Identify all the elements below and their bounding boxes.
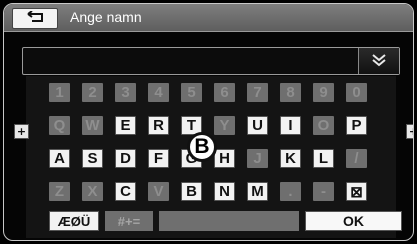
ok-button[interactable]: OK bbox=[305, 211, 402, 231]
back-button[interactable] bbox=[12, 8, 58, 29]
return-arrow-icon bbox=[24, 9, 46, 28]
key-a[interactable]: A bbox=[49, 149, 70, 168]
key-d[interactable]: D bbox=[115, 149, 136, 168]
key-q: Q bbox=[49, 116, 70, 135]
key-s[interactable]: S bbox=[82, 149, 103, 168]
key-v: V bbox=[148, 182, 169, 201]
key-sym: . bbox=[280, 182, 301, 201]
key-1: 1 bbox=[49, 83, 70, 102]
title-bar: Ange namn bbox=[4, 4, 413, 32]
symbols-button[interactable]: #+= bbox=[105, 211, 153, 231]
key-p[interactable]: P bbox=[346, 116, 367, 135]
name-entry-screen: Ange namn + + 1234567890QWERTYUIOPASDFGH… bbox=[3, 3, 414, 241]
key-u[interactable]: U bbox=[247, 116, 268, 135]
key-sym: - bbox=[313, 182, 334, 201]
key-l[interactable]: L bbox=[313, 149, 334, 168]
key-8: 8 bbox=[280, 83, 301, 102]
key-r[interactable]: R bbox=[148, 116, 169, 135]
key-i[interactable]: I bbox=[280, 116, 301, 135]
key-5: 5 bbox=[181, 83, 202, 102]
collapse-keyboard-button[interactable] bbox=[358, 48, 399, 74]
key-3: 3 bbox=[115, 83, 136, 102]
space-bar[interactable] bbox=[159, 211, 299, 231]
key-sym[interactable]: ⊠ bbox=[346, 182, 367, 201]
key-w: W bbox=[82, 116, 103, 135]
key-2: 2 bbox=[82, 83, 103, 102]
special-chars-button[interactable]: ÆØÜ bbox=[49, 211, 99, 231]
key-c[interactable]: C bbox=[115, 182, 136, 201]
callout-marker: B bbox=[187, 132, 217, 162]
page-title: Ange namn bbox=[70, 9, 142, 25]
name-input-field[interactable] bbox=[22, 47, 400, 75]
key-n[interactable]: N bbox=[214, 182, 235, 201]
key-4: 4 bbox=[148, 83, 169, 102]
key-h[interactable]: H bbox=[214, 149, 235, 168]
key-x: X bbox=[82, 182, 103, 201]
double-chevron-down-icon bbox=[371, 52, 387, 71]
key-m[interactable]: M bbox=[247, 182, 268, 201]
key-9: 9 bbox=[313, 83, 334, 102]
key-z: Z bbox=[49, 182, 70, 201]
key-0: 0 bbox=[346, 83, 367, 102]
key-f[interactable]: F bbox=[148, 149, 169, 168]
key-j: J bbox=[247, 149, 268, 168]
key-b[interactable]: B bbox=[181, 182, 202, 201]
key-sym: / bbox=[346, 149, 367, 168]
scroll-left-button[interactable]: + bbox=[14, 124, 29, 139]
scroll-right-button[interactable]: + bbox=[406, 124, 413, 139]
key-e[interactable]: E bbox=[115, 116, 136, 135]
key-o: O bbox=[313, 116, 334, 135]
key-y: Y bbox=[214, 116, 235, 135]
key-7: 7 bbox=[247, 83, 268, 102]
key-k[interactable]: K bbox=[280, 149, 301, 168]
key-6: 6 bbox=[214, 83, 235, 102]
